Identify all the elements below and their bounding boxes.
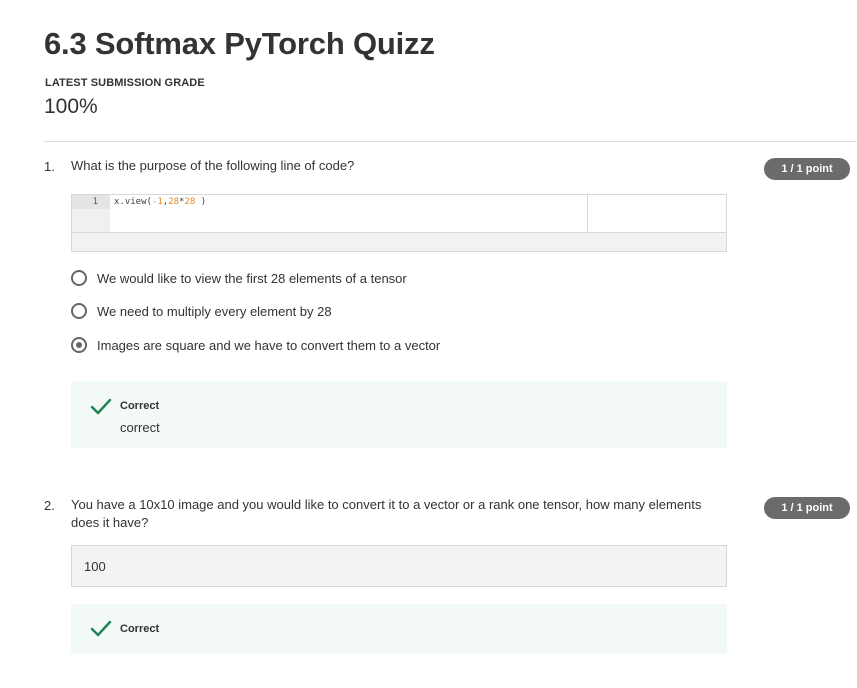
code-token: x.view(	[114, 197, 152, 207]
feedback-panel: Correct correct	[71, 381, 727, 448]
points-badge: 1 / 1 point	[764, 158, 850, 180]
grade-label: LATEST SUBMISSION GRADE	[45, 77, 205, 89]
code-token-number: 28	[184, 197, 196, 207]
points-badge: 1 / 1 point	[764, 497, 850, 519]
code-token: )	[195, 197, 207, 207]
feedback-status: Correct	[120, 400, 160, 412]
check-icon	[90, 620, 112, 637]
question-text-line-2: does it have?	[71, 515, 149, 530]
code-token-number: 28	[168, 197, 180, 207]
check-icon	[90, 398, 112, 415]
question-number: 2.	[44, 498, 55, 513]
answer-value: 100	[84, 559, 106, 574]
code-editor[interactable]: x.view(-1,28*28 )	[110, 195, 588, 233]
code-block: 1 x.view(-1,28*28 )	[71, 194, 727, 252]
option-label: We need to multiply every element by 28	[97, 303, 332, 319]
feedback-panel: Correct	[71, 604, 727, 654]
radio-button-selected[interactable]	[71, 337, 87, 353]
code-line: x.view(-1,28*28 )	[114, 197, 206, 207]
page-title: 6.3 Softmax PyTorch Quizz	[44, 26, 435, 61]
answer-field[interactable]: 100	[71, 545, 727, 587]
option-label: Images are square and we have to convert…	[97, 337, 441, 353]
code-token-number: -1	[151, 197, 163, 207]
code-output-pane	[588, 195, 726, 233]
line-number: 1	[92, 197, 98, 207]
option-label: We would like to view the first 28 eleme…	[97, 270, 407, 286]
option-1[interactable]: We would like to view the first 28 eleme…	[71, 270, 407, 286]
code-gutter: 1	[72, 195, 110, 233]
radio-button[interactable]	[71, 303, 87, 319]
question-text: What is the purpose of the following lin…	[71, 158, 355, 173]
radio-button[interactable]	[71, 270, 87, 286]
feedback-status: Correct	[120, 623, 160, 635]
question-number: 1.	[44, 159, 55, 174]
option-2[interactable]: We need to multiply every element by 28	[71, 303, 332, 319]
option-3[interactable]: Images are square and we have to convert…	[71, 337, 440, 353]
grade-value: 100%	[44, 95, 98, 118]
feedback-text: correct	[120, 420, 160, 435]
question-text-line-1: You have a 10x10 image and you would lik…	[71, 497, 702, 512]
header-divider	[44, 141, 857, 142]
